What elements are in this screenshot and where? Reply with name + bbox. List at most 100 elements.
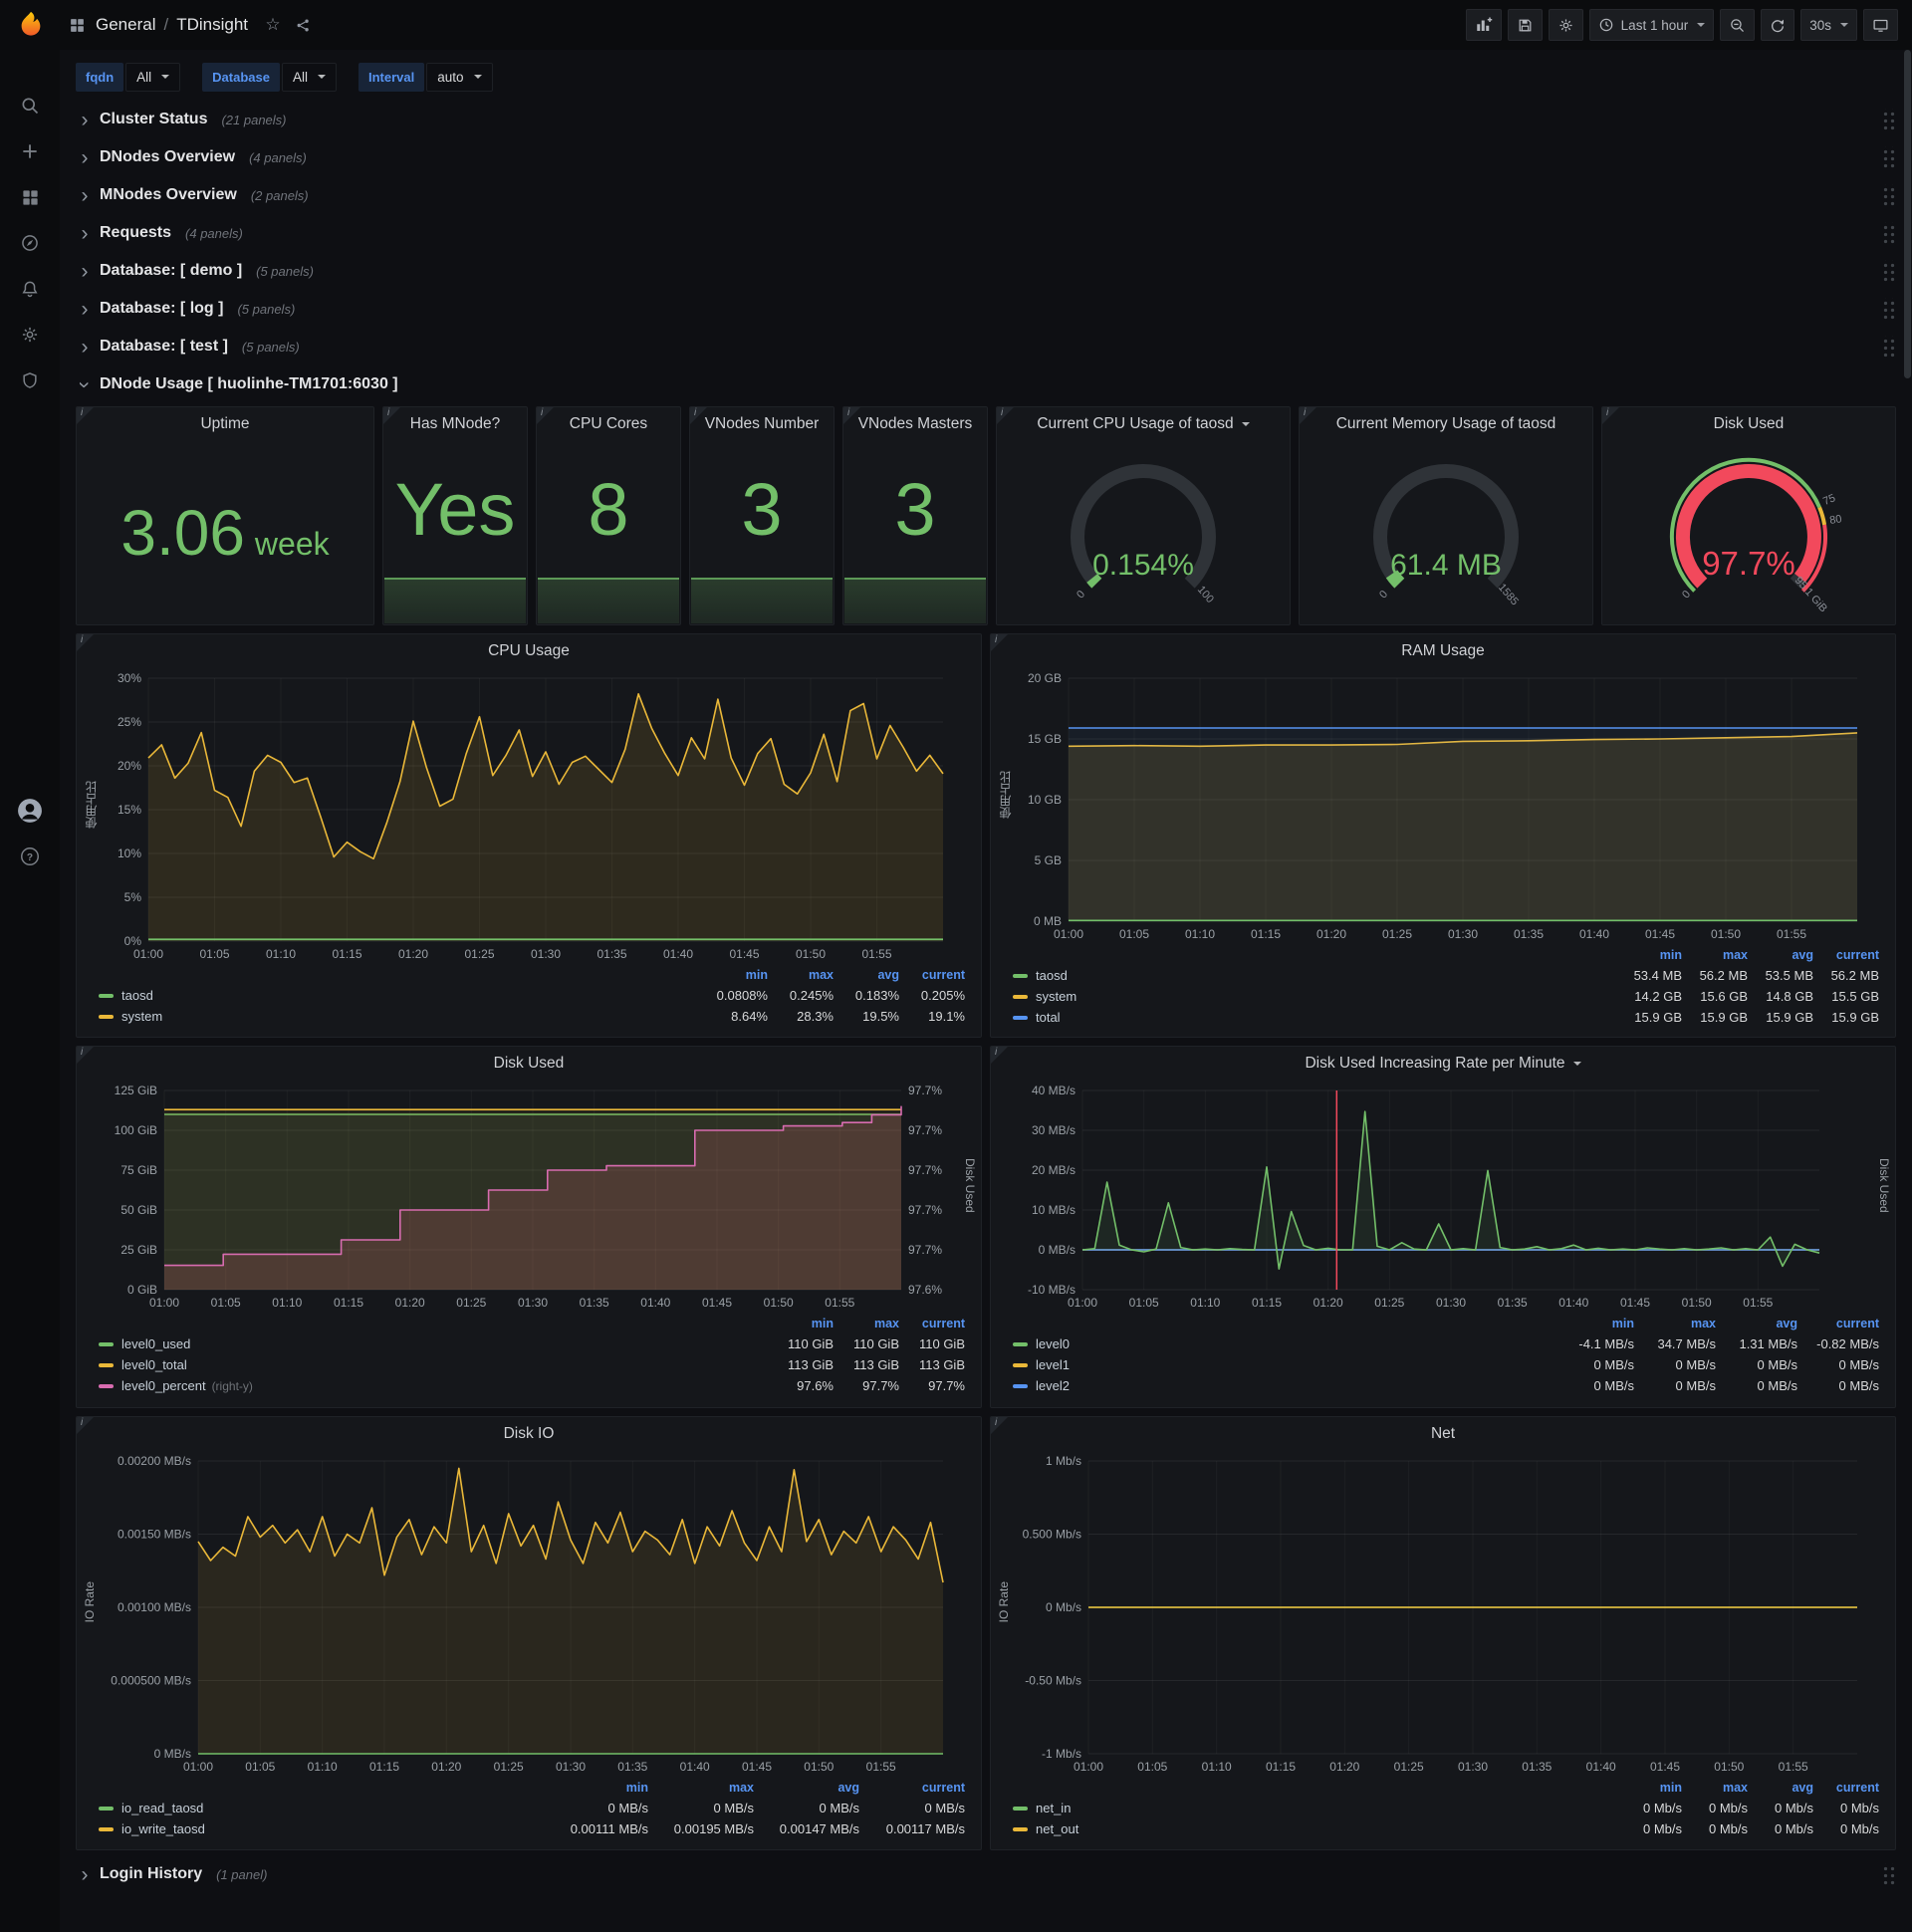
- series-name[interactable]: system: [1036, 989, 1076, 1004]
- help-icon[interactable]: ?: [12, 841, 48, 872]
- panel-title[interactable]: Disk Used Increasing Rate per Minute: [991, 1047, 1895, 1081]
- panel-info-corner[interactable]: [991, 1417, 1008, 1434]
- grafana-logo[interactable]: [14, 8, 48, 42]
- legend-column-current[interactable]: current: [1813, 948, 1879, 962]
- legend-column-min[interactable]: min: [1553, 1317, 1634, 1330]
- variable-value-dropdown[interactable]: auto: [426, 62, 493, 92]
- series-color-dash[interactable]: [99, 1806, 114, 1811]
- breadcrumb-folder[interactable]: General: [96, 15, 155, 35]
- row-toggle[interactable]: › Database: [ demo ] (5 panels): [76, 261, 314, 282]
- series-name[interactable]: level0_percent: [121, 1378, 206, 1393]
- legend-column-avg[interactable]: avg: [754, 1781, 859, 1795]
- row-drag-handle[interactable]: [1881, 298, 1896, 320]
- panel-info-corner[interactable]: [77, 1417, 94, 1434]
- legend-column-min[interactable]: min: [1616, 1781, 1682, 1795]
- panel-title[interactable]: CPU Cores: [537, 407, 680, 441]
- series-color-dash[interactable]: [99, 1341, 114, 1346]
- series-name[interactable]: taosd: [1036, 968, 1068, 983]
- panel-info-corner[interactable]: [843, 407, 860, 424]
- panel-info-corner[interactable]: [77, 1047, 94, 1064]
- legend-column-max[interactable]: max: [1682, 1781, 1748, 1795]
- series-name[interactable]: taosd: [121, 988, 153, 1003]
- time-series-graph[interactable]: 20 GB 15 GB 10 GB 5 GB 0 MB01:00 01:05 01:10 01…: [1017, 668, 1871, 943]
- configuration-gear-icon[interactable]: [12, 319, 48, 351]
- variable-value-dropdown[interactable]: All: [125, 62, 181, 92]
- dashboard-settings-button[interactable]: [1548, 9, 1583, 41]
- row-drag-handle[interactable]: [1881, 222, 1896, 244]
- legend-column-min[interactable]: min: [768, 1317, 834, 1330]
- time-series-graph[interactable]: 1 Mb/s0.500 Mb/s0 Mb/s-0.50 Mb/s-1 Mb/s0…: [1017, 1451, 1871, 1776]
- time-series-graph[interactable]: 40 MB/s 30 MB/s 20 MB/s 10 MB/s 0 MB/s -10 MB…: [1017, 1081, 1871, 1312]
- panel-title[interactable]: CPU Usage: [77, 634, 981, 668]
- row-toggle[interactable]: › DNodes Overview (4 panels): [76, 147, 307, 168]
- tv-mode-button[interactable]: [1863, 9, 1898, 41]
- legend-column-avg[interactable]: avg: [834, 968, 899, 982]
- time-series-graph[interactable]: 30% 25% 20% 15% 10% 5% 0%01:00 01:05 01:10 01:15 0…: [103, 668, 957, 963]
- panel-title[interactable]: Current CPU Usage of taosd: [997, 407, 1290, 441]
- panel-info-corner[interactable]: [77, 407, 94, 424]
- series-color-dash[interactable]: [1013, 1362, 1028, 1367]
- variable-value-dropdown[interactable]: All: [281, 62, 337, 92]
- refresh-button[interactable]: [1761, 9, 1795, 41]
- user-avatar[interactable]: [12, 795, 48, 827]
- series-name[interactable]: level1: [1036, 1357, 1070, 1372]
- panel-info-corner[interactable]: [1602, 407, 1619, 424]
- refresh-interval-dropdown[interactable]: 30s: [1800, 9, 1857, 41]
- legend-column-min[interactable]: min: [1616, 948, 1682, 962]
- create-add-icon[interactable]: [12, 135, 48, 167]
- panel-info-corner[interactable]: [77, 634, 94, 651]
- breadcrumb-dashboard[interactable]: TDinsight: [176, 15, 248, 35]
- row-drag-handle[interactable]: [1881, 260, 1896, 282]
- alerting-bell-icon[interactable]: [12, 273, 48, 305]
- row-toggle[interactable]: › Database: [ test ] (5 panels): [76, 337, 300, 358]
- row-drag-handle[interactable]: [1881, 109, 1896, 130]
- row-toggle[interactable]: › Database: [ log ] (5 panels): [76, 299, 296, 320]
- row-toggle[interactable]: › Login History (1 panel): [76, 1864, 268, 1885]
- series-name[interactable]: level0_used: [121, 1336, 190, 1351]
- row-toggle[interactable]: › Requests (4 panels): [76, 223, 243, 244]
- star-dashboard-icon[interactable]: ☆: [258, 10, 288, 40]
- series-color-dash[interactable]: [99, 1383, 114, 1388]
- time-range-picker[interactable]: Last 1 hour: [1588, 9, 1715, 41]
- series-color-dash[interactable]: [1013, 1383, 1028, 1388]
- panel-info-corner[interactable]: [537, 407, 554, 424]
- row-drag-handle[interactable]: [1881, 184, 1896, 206]
- panel-info-corner[interactable]: [1300, 407, 1316, 424]
- share-icon[interactable]: [288, 10, 318, 40]
- panel-title[interactable]: Net: [991, 1417, 1895, 1451]
- series-name[interactable]: level0_total: [121, 1357, 187, 1372]
- series-name[interactable]: system: [121, 1009, 162, 1024]
- row-toggle[interactable]: › MNodes Overview (2 panels): [76, 185, 309, 206]
- legend-column-max[interactable]: max: [1682, 948, 1748, 962]
- legend-column-current[interactable]: current: [899, 1317, 965, 1330]
- panel-title[interactable]: Disk Used: [1602, 407, 1895, 441]
- panel-title[interactable]: VNodes Masters: [843, 407, 987, 441]
- search-icon[interactable]: [12, 90, 48, 121]
- legend-column-avg[interactable]: avg: [1748, 948, 1813, 962]
- panel-info-corner[interactable]: [383, 407, 400, 424]
- row-drag-handle[interactable]: [1881, 146, 1896, 168]
- series-name[interactable]: net_out: [1036, 1821, 1078, 1836]
- series-color-dash[interactable]: [99, 1014, 114, 1019]
- zoom-out-button[interactable]: [1720, 9, 1756, 41]
- legend-column-max[interactable]: max: [648, 1781, 754, 1795]
- legend-column-current[interactable]: current: [1813, 1781, 1879, 1795]
- row-drag-handle[interactable]: [1881, 336, 1896, 358]
- scrollbar[interactable]: [1904, 50, 1911, 1932]
- time-series-graph[interactable]: 125 GiB 97.7% 100 GiB 97.7% 75 GiB 97.7% 50 Gi…: [103, 1081, 957, 1312]
- panel-title[interactable]: Disk IO: [77, 1417, 981, 1451]
- server-admin-shield-icon[interactable]: [12, 364, 48, 396]
- series-color-dash[interactable]: [1013, 994, 1028, 999]
- series-name[interactable]: net_in: [1036, 1801, 1071, 1815]
- row-toggle[interactable]: › Cluster Status (21 panels): [76, 110, 287, 130]
- time-series-graph[interactable]: 0.00200 MB/s 0.00150 MB/s 0.00100 MB/s 0.00…: [103, 1451, 957, 1776]
- legend-column-current[interactable]: current: [899, 968, 965, 982]
- panel-info-corner[interactable]: [997, 407, 1014, 424]
- series-color-dash[interactable]: [99, 1362, 114, 1367]
- row-toggle[interactable]: › DNode Usage [ huolinhe-TM1701:6030 ]: [74, 374, 398, 395]
- legend-column-max[interactable]: max: [834, 1317, 899, 1330]
- series-color-dash[interactable]: [1013, 1341, 1028, 1346]
- legend-column-avg[interactable]: avg: [1716, 1317, 1797, 1330]
- panel-info-corner[interactable]: [991, 634, 1008, 651]
- series-name[interactable]: io_write_taosd: [121, 1821, 205, 1836]
